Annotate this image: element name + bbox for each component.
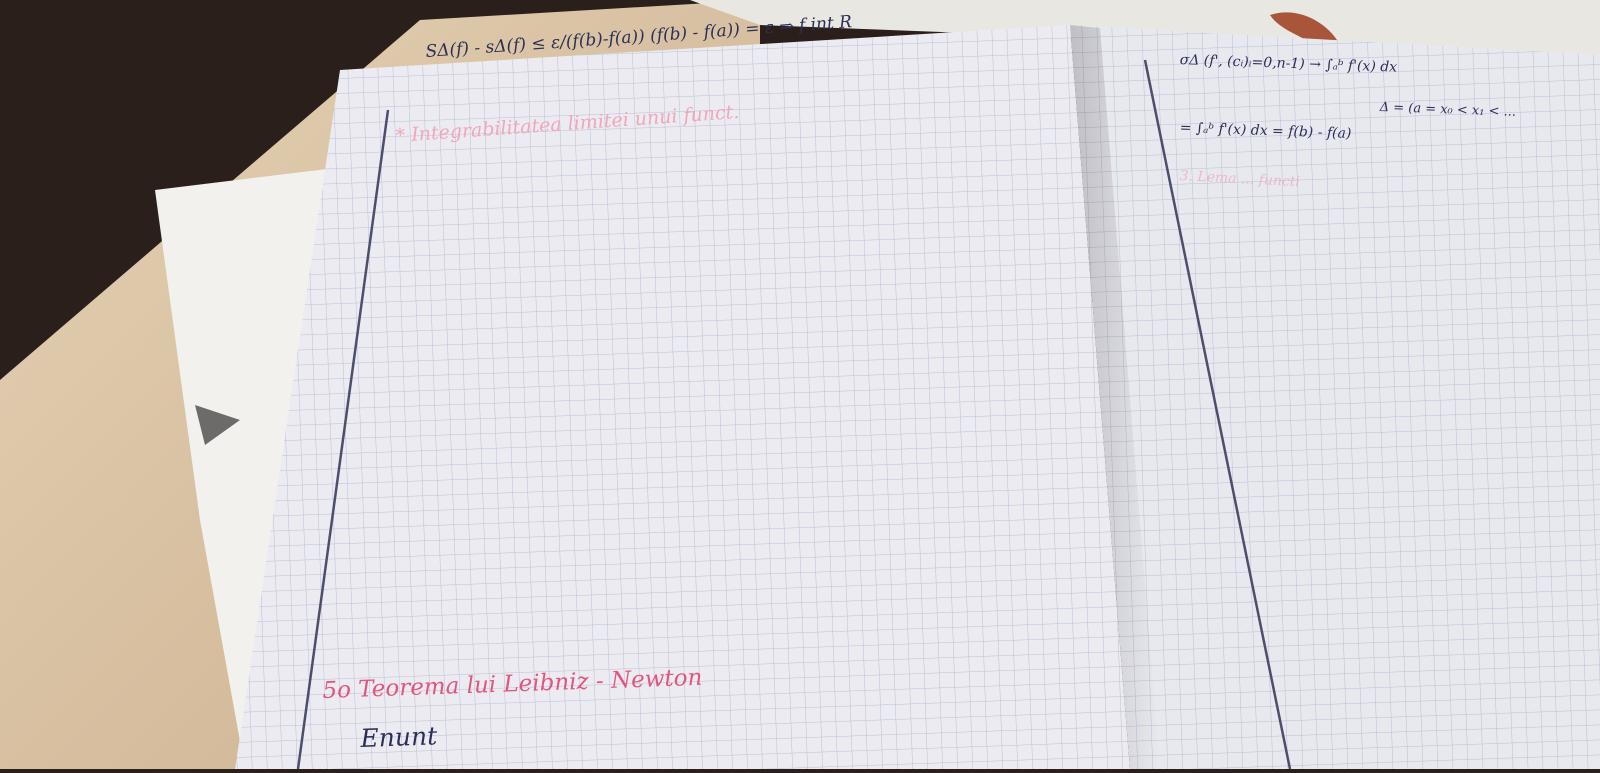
notebook-photo: SΔ(f) - sΔ(f) ≤ ε/(f(b)-f(a)) (f(b) - f(…	[0, 0, 1600, 770]
enunt-label: Enunt	[360, 721, 438, 753]
photo-canvas	[0, 0, 1600, 770]
left-page-grid	[235, 25, 1130, 769]
